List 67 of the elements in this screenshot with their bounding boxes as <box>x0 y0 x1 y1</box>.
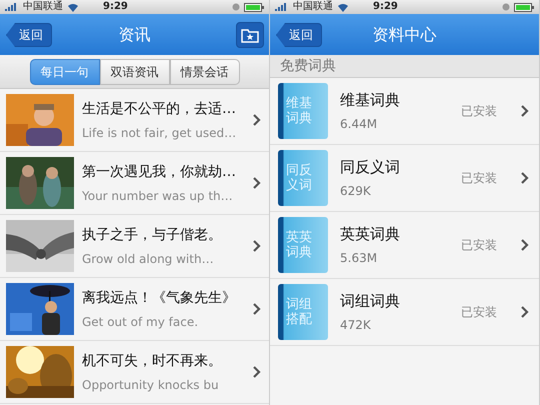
article-title: 生活是不公平的，去适… <box>82 100 237 118</box>
wifi-icon <box>67 2 79 12</box>
chevron-icon <box>521 105 529 117</box>
folder-star-icon <box>241 27 259 43</box>
dictionary-size: 472K <box>340 317 372 334</box>
carrier-name: 中国联通 <box>293 0 333 14</box>
nav-title: 资料中心 <box>372 24 436 46</box>
segment-tab[interactable]: 情景会话 <box>170 58 240 84</box>
book-label: 搭配 <box>286 312 313 327</box>
chevron-icon <box>521 172 529 184</box>
dictionary-size: 6.44M <box>340 116 378 134</box>
chevron-icon <box>253 240 261 252</box>
book-label: 词典 <box>286 111 313 126</box>
book-label: 同反 <box>286 163 313 178</box>
article-subtitle: Grow old along with… <box>82 250 215 268</box>
carrier-name: 中国联通 <box>23 0 63 14</box>
signal-icon <box>275 3 289 11</box>
chevron-icon <box>253 366 261 378</box>
chevron-icon <box>253 177 261 189</box>
install-status: 已安装 <box>461 170 497 187</box>
dictionary-row[interactable]: 英英 词典 英英词典 5.63M 已安装 <box>270 212 539 279</box>
article-row[interactable]: 离我远点！《气象先生》 Get out of my face. <box>0 278 269 341</box>
battery-icon <box>514 2 534 12</box>
article-row[interactable]: 第一次遇见我，你就劫… Your number was up th… <box>0 152 269 215</box>
wifi-icon <box>337 2 349 12</box>
article-title: 机不可失，时不再来。 <box>82 352 223 370</box>
dictionary-row[interactable]: 同反 义词 同反义词 629K 已安装 <box>270 145 539 212</box>
book-label: 词组 <box>286 297 313 312</box>
status-time: 9:29 <box>373 0 398 14</box>
dictionary-name: 维基词典 <box>340 90 401 111</box>
nav-title: 资讯 <box>118 24 150 46</box>
dictionary-name: 英英词典 <box>340 224 401 245</box>
chevron-icon <box>521 239 529 251</box>
book-label: 维基 <box>286 96 313 111</box>
status-time: 9:29 <box>103 0 128 14</box>
dictionary-size: 629K <box>340 183 372 200</box>
chevron-icon <box>253 114 261 126</box>
article-row[interactable]: 执子之手，与子偕老。 Grow old along with… <box>0 215 269 278</box>
dictionary-row[interactable]: 词组 搭配 词组词典 472K 已安装 <box>270 279 539 346</box>
battery-icon <box>244 2 264 12</box>
back-button[interactable]: 返回 <box>276 23 322 47</box>
section-header: 免费词典 <box>270 55 539 78</box>
article-subtitle: Get out of my face. <box>82 314 200 330</box>
article-title: 第一次遇见我，你就劫… <box>82 162 237 182</box>
article-row[interactable]: 生活是不公平的，去适… Life is not fair, get used… <box>0 89 269 152</box>
article-title: 离我远点！《气象先生》 <box>82 288 237 308</box>
article-title: 执子之手，与子偕老。 <box>82 226 223 244</box>
install-status: 已安装 <box>461 237 497 254</box>
book-label: 义词 <box>286 178 313 193</box>
book-label: 英英 <box>286 230 313 245</box>
install-status: 已安装 <box>461 103 497 120</box>
dictionary-row[interactable]: 维基 词典 维基词典 6.44M 已安装 <box>270 78 539 145</box>
article-row[interactable]: 机不可失，时不再来。 Opportunity knocks bu <box>0 341 269 404</box>
article-subtitle: Life is not fair, get used… <box>82 124 238 142</box>
dictionary-size: 5.63M <box>340 250 378 268</box>
signal-icon <box>5 3 19 11</box>
dictionary-name: 同反义词 <box>340 156 401 178</box>
install-status: 已安装 <box>461 304 497 321</box>
dictionary-name: 词组词典 <box>340 290 401 312</box>
article-subtitle: Opportunity knocks bu <box>82 376 220 394</box>
back-button[interactable]: 返回 <box>6 23 52 47</box>
favorites-button[interactable] <box>236 22 264 48</box>
segment-tab[interactable]: 双语资讯 <box>100 58 170 84</box>
chevron-icon <box>521 306 529 318</box>
article-subtitle: Your number was up th… <box>82 188 234 204</box>
chevron-icon <box>253 303 261 315</box>
book-label: 词典 <box>286 245 313 260</box>
